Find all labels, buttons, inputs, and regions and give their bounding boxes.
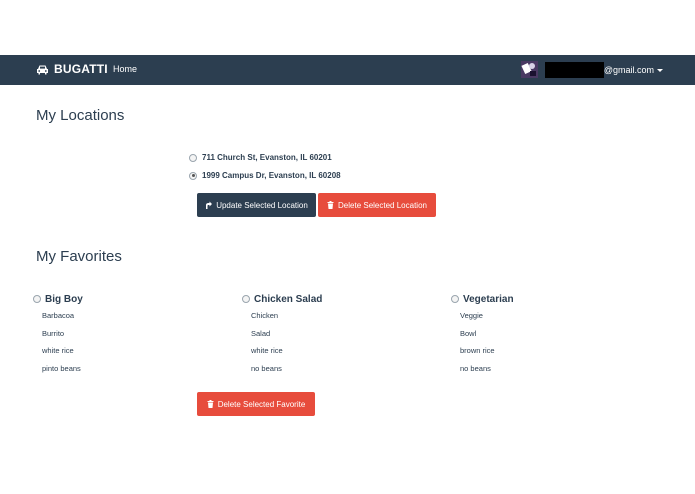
- brand-name: BUGATTI: [54, 62, 108, 76]
- location-option[interactable]: 711 Church St, Evanston, IL 60201: [189, 153, 332, 162]
- ingredient: brown rice: [460, 346, 495, 355]
- navbar: BUGATTI Home @gmail.com: [0, 55, 695, 85]
- ingredient: Veggie: [460, 311, 483, 320]
- favorite-ingredients: Veggie Bowl brown rice no beans: [460, 310, 514, 380]
- location-option[interactable]: 1999 Campus Dr, Evanston, IL 60208: [189, 171, 341, 180]
- favorite-ingredients: Chicken Salad white rice no beans: [251, 310, 322, 380]
- update-location-button[interactable]: Update Selected Location: [197, 193, 316, 217]
- delete-location-label: Delete Selected Location: [338, 200, 427, 210]
- favorite-radio[interactable]: [451, 295, 459, 303]
- delete-location-button[interactable]: Delete Selected Location: [318, 193, 436, 217]
- location-label: 711 Church St, Evanston, IL 60201: [202, 153, 332, 162]
- favorite-card: Big Boy Barbacoa Burrito white rice pint…: [33, 293, 83, 380]
- ingredient: Bowl: [460, 328, 477, 338]
- location-radio[interactable]: [189, 153, 197, 162]
- nav-home-link[interactable]: Home: [113, 64, 137, 74]
- location-radio[interactable]: [189, 171, 197, 180]
- page: BUGATTI Home @gmail.com My Locations 711…: [0, 0, 695, 494]
- ingredient: Barbacoa: [42, 311, 75, 320]
- user-menu[interactable]: @gmail.com: [520, 61, 663, 78]
- favorite-name: Chicken Salad: [254, 293, 323, 305]
- ingredient: no beans: [460, 363, 491, 373]
- favorite-name: Vegetarian: [463, 293, 514, 305]
- favorite-option[interactable]: Big Boy: [33, 293, 83, 305]
- delete-favorite-button[interactable]: Delete Selected Favorite: [197, 392, 315, 416]
- caret-down-icon: [657, 68, 663, 72]
- location-label: 1999 Campus Dr, Evanston, IL 60208: [202, 171, 341, 180]
- ingredient: pinto beans: [42, 363, 81, 373]
- user-email: @gmail.com: [604, 65, 663, 75]
- car-icon: [37, 65, 48, 74]
- brand-link[interactable]: BUGATTI: [36, 62, 108, 76]
- favorite-radio[interactable]: [242, 295, 250, 303]
- favorite-card: Vegetarian Veggie Bowl brown rice no bea…: [451, 293, 514, 380]
- favorite-radio[interactable]: [33, 295, 41, 303]
- favorite-ingredients: Barbacoa Burrito white rice pinto beans: [42, 310, 83, 380]
- share-icon: [206, 201, 213, 209]
- delete-favorite-label: Delete Selected Favorite: [217, 399, 306, 409]
- update-location-label: Update Selected Location: [216, 200, 308, 210]
- ingredient: no beans: [251, 363, 282, 373]
- favorite-option[interactable]: Vegetarian: [451, 293, 514, 305]
- favorites-title: My Favorites: [36, 248, 122, 265]
- redacted-username: [544, 61, 604, 78]
- trash-icon: [327, 201, 334, 209]
- favorite-name: Big Boy: [45, 293, 83, 305]
- favorite-option[interactable]: Chicken Salad: [242, 293, 322, 305]
- ingredient: Burrito: [42, 328, 65, 338]
- favorite-card: Chicken Salad Chicken Salad white rice n…: [242, 293, 322, 380]
- locations-title: My Locations: [36, 107, 125, 124]
- trash-icon: [207, 400, 214, 408]
- ingredient: Chicken: [251, 311, 279, 320]
- user-avatar: [520, 61, 538, 78]
- ingredient: white rice: [42, 346, 74, 355]
- ingredient: Salad: [251, 328, 271, 338]
- ingredient: white rice: [251, 346, 283, 355]
